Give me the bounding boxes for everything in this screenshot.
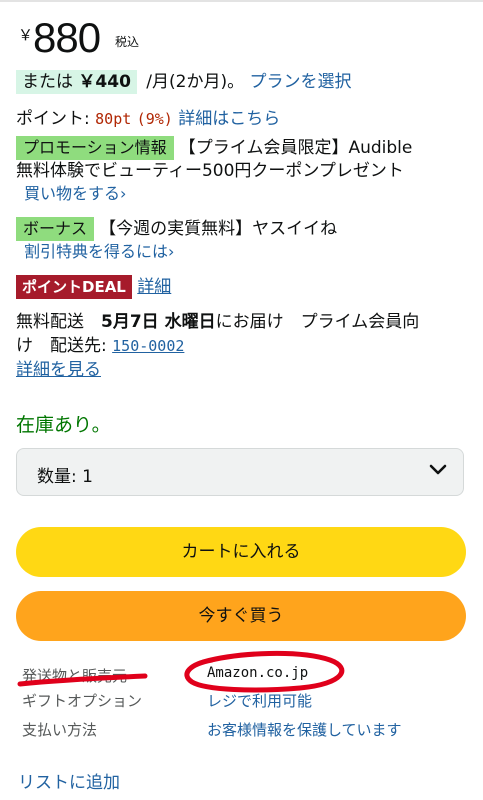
point-deal-row: ポイントDEAL 詳細 [16,272,171,299]
delivery-line1: 無料配送 5月7日 水曜日にお届け プライム会員向 [16,307,419,332]
price-tax-label: 税込 [115,35,140,49]
buy-now-button[interactable]: 今すぐ買う [16,591,466,641]
points-row: ポイント: 80pt (9%) 詳細はこちら [16,104,280,129]
quantity-label: 数量: 1 [37,467,93,487]
postal-code-link[interactable]: 150-0002 [112,337,184,355]
delivery-line2-prefix: け 配送先: [16,336,107,356]
promotion-line2: 無料体験でビューティー500円クーポンプレゼント [16,161,404,181]
bonus-text: 【今週の実質無料】ヤスイイね [99,219,338,239]
delivery-suffix: にお届け プライム会員向 [215,312,420,332]
delivery-details-link[interactable]: 詳細を見る [16,355,101,380]
delivery-line2: け 配送先: 150-0002 [16,331,184,356]
delivery-prefix: 無料配送 [16,312,84,332]
payment-protection-link[interactable]: お客様情報を保護しています [207,719,402,740]
bonus-row: ボーナス 【今週の実質無料】ヤスイイね [16,214,337,241]
shipper-seller-label: 発送物と販売元 [22,667,128,685]
points-percent: (9%) [136,110,173,128]
installment-amount: ￥440 [78,72,131,92]
points-value: 80pt [95,110,132,128]
top-divider [0,0,483,2]
installment-row: または ￥440 /月(2か月)。 プランを選択 [16,70,352,94]
shipper-seller-value: Amazon.co.jp [207,665,309,681]
stock-status: 在庫あり。 [16,414,111,436]
promotion-shop-link[interactable]: 買い物をする› [24,180,126,204]
gift-option-label: ギフトオプション [22,692,143,710]
installment-badge: または ￥440 [16,70,137,94]
add-to-cart-button[interactable]: カートに入れる [16,527,466,577]
point-deal-tag: ポイントDEAL [16,275,132,299]
add-to-list-link[interactable]: リストに追加 [18,768,120,793]
payment-method-label: 支払い方法 [22,721,98,739]
promotion-line1: 【プライム会員限定】Audible [178,138,413,158]
price-value: 880 [33,14,101,61]
bonus-link[interactable]: 割引特典を得るには› [24,238,174,262]
quantity-value: 1 [82,467,93,487]
installment-prefix: または [22,72,73,92]
quantity-select[interactable]: 数量: 1 [16,448,464,496]
points-details-link[interactable]: 詳細はこちら [178,109,280,129]
delivery-date: 5月7日 水曜日 [101,312,216,332]
gift-option-value[interactable]: レジで利用可能 [207,690,312,711]
points-label: ポイント: [16,109,90,129]
price-currency: ￥ [18,26,34,44]
select-plan-link[interactable]: プランを選択 [250,72,352,92]
chevron-down-icon [429,464,447,475]
installment-suffix: /月(2か月)。 [140,72,245,92]
point-deal-details-link[interactable]: 詳細 [137,277,171,297]
